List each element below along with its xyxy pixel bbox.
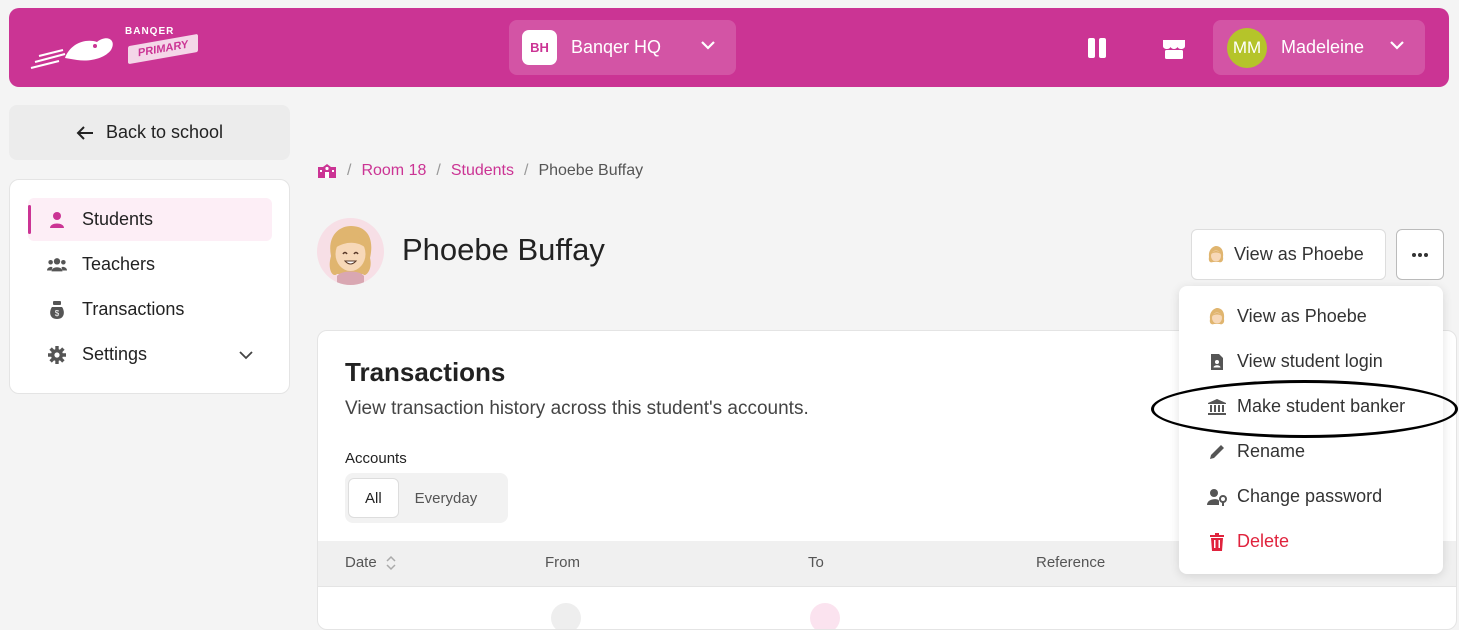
top-bar: BANQER PRIMARY BH Banqer HQ MM Madeleine <box>9 8 1449 87</box>
transactions-subtitle: View transaction history across this stu… <box>345 398 809 419</box>
breadcrumb-room[interactable]: Room 18 <box>361 162 426 180</box>
logo-wordmark-bottom: PRIMARY <box>128 33 199 65</box>
more-horizontal-icon <box>1412 252 1428 257</box>
svg-text:$: $ <box>55 309 60 318</box>
more-actions-menu: View as Phoebe View student login Make s… <box>1179 286 1443 574</box>
chevron-down-icon <box>701 41 715 50</box>
breadcrumb-students[interactable]: Students <box>451 162 514 180</box>
column-date[interactable]: Date <box>345 554 397 571</box>
menu-item-label: View student login <box>1237 351 1383 371</box>
menu-item-make-banker[interactable]: Make student banker <box>1179 384 1443 429</box>
view-as-student-button[interactable]: View as Phoebe <box>1191 229 1386 280</box>
trash-icon <box>1207 532 1227 552</box>
user-name: Madeleine <box>1281 37 1365 57</box>
breadcrumb-current: Phoebe Buffay <box>538 162 644 179</box>
shop-icon[interactable] <box>1161 35 1187 61</box>
school-name: Banqer HQ <box>571 37 662 57</box>
banqer-logo[interactable]: BANQER PRIMARY <box>25 24 200 74</box>
user-key-icon <box>1207 487 1227 507</box>
back-to-school-label: Back to school <box>105 122 224 142</box>
pause-icon[interactable] <box>1086 37 1108 59</box>
transactions-title: Transactions <box>345 357 506 387</box>
sidebar-item-transactions[interactable]: $ Transactions <box>28 288 272 331</box>
page-title: Phoebe Buffay <box>402 232 605 267</box>
column-reference: Reference <box>1036 554 1106 571</box>
menu-item-rename[interactable]: Rename <box>1179 429 1443 474</box>
column-date-label: Date <box>345 554 377 571</box>
accounts-filter: All Everyday <box>345 473 508 523</box>
school-icon[interactable] <box>317 163 337 179</box>
bank-icon <box>1207 397 1227 417</box>
sidebar: Students Teachers $ Transactions Setting… <box>9 179 290 394</box>
menu-item-delete[interactable]: Delete <box>1179 519 1443 564</box>
squirrel-logo-icon <box>30 38 113 69</box>
logo-wordmark-top: BANQER <box>125 26 175 37</box>
student-icon <box>47 210 67 230</box>
back-to-school-button[interactable]: Back to school <box>9 105 290 160</box>
avatar <box>810 603 840 629</box>
account-option-everyday[interactable]: Everyday <box>399 478 494 518</box>
avatar <box>551 603 581 629</box>
menu-item-view-as[interactable]: View as Phoebe <box>1179 294 1443 339</box>
sidebar-item-label: Transactions <box>82 299 185 319</box>
arrow-left-icon <box>76 125 93 140</box>
sidebar-item-label: Students <box>82 209 154 229</box>
student-avatar <box>317 218 384 285</box>
school-switcher[interactable]: BH Banqer HQ <box>509 20 736 75</box>
sidebar-item-label: Settings <box>82 344 148 364</box>
avatar: MM <box>1227 27 1267 68</box>
sidebar-item-settings[interactable]: Settings <box>28 333 272 376</box>
money-bag-icon: $ <box>47 300 67 320</box>
chevron-down-icon <box>239 351 253 360</box>
avatar-icon <box>1208 245 1224 262</box>
school-avatar: BH <box>522 30 557 65</box>
id-badge-icon <box>1207 352 1227 372</box>
menu-item-change-password[interactable]: Change password <box>1179 474 1443 519</box>
more-actions-button[interactable] <box>1396 229 1444 280</box>
menu-item-label: Make student banker <box>1237 396 1406 416</box>
menu-item-label: Rename <box>1237 441 1306 461</box>
sidebar-item-teachers[interactable]: Teachers <box>28 243 272 286</box>
menu-item-label: Change password <box>1237 486 1383 506</box>
view-as-student-label: View as Phoebe <box>1234 244 1364 264</box>
sidebar-item-label: Teachers <box>82 254 156 274</box>
breadcrumb: / Room 18 / Students / Phoebe Buffay <box>317 160 643 182</box>
breadcrumb-separator: / <box>436 162 441 179</box>
column-to: To <box>808 554 824 571</box>
accounts-label: Accounts <box>345 450 407 467</box>
menu-item-label: Delete <box>1237 531 1290 551</box>
sidebar-item-students[interactable]: Students <box>28 198 272 241</box>
menu-item-label: View as Phoebe <box>1237 306 1367 326</box>
user-switcher[interactable]: MM Madeleine <box>1213 20 1425 75</box>
sort-icon <box>386 555 396 570</box>
avatar-icon <box>1207 307 1227 327</box>
column-from: From <box>545 554 580 571</box>
gear-icon <box>47 345 67 365</box>
breadcrumb-separator: / <box>523 162 529 179</box>
teachers-icon <box>47 255 67 275</box>
account-option-all[interactable]: All <box>348 478 399 518</box>
pencil-icon <box>1207 442 1227 462</box>
breadcrumb-separator: / <box>347 162 352 179</box>
menu-item-view-student-login[interactable]: View student login <box>1179 339 1443 384</box>
chevron-down-icon <box>1390 41 1404 50</box>
